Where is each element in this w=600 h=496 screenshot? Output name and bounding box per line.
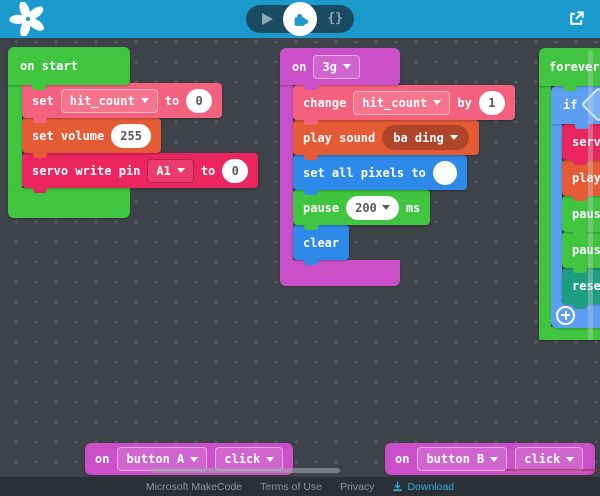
variable-dropdown[interactable]: hit_count xyxy=(353,91,450,115)
block-label: set xyxy=(32,94,54,108)
footer-link-terms[interactable]: Terms of Use xyxy=(260,481,322,493)
on-start-bottom[interactable] xyxy=(8,188,130,218)
pause-block[interactable]: pause xyxy=(562,232,600,268)
forever-spine[interactable] xyxy=(539,86,551,340)
event-dropdown[interactable]: click xyxy=(515,447,583,471)
servo-block[interactable]: servo xyxy=(562,124,600,160)
pause-block[interactable]: pause xyxy=(562,196,600,232)
reset-block[interactable]: reset xyxy=(562,268,600,304)
makecode-editor: { "header": { "js_toggle_label": "{}", "… xyxy=(0,0,600,496)
block-label: to xyxy=(201,164,215,178)
pin-dropdown[interactable]: A1 xyxy=(147,159,193,183)
dropdown-caret-icon xyxy=(141,98,149,103)
set-all-pixels-block[interactable]: set all pixels to xyxy=(293,155,467,190)
on-gesture-bottom[interactable] xyxy=(280,260,400,286)
set-value-input[interactable]: 0 xyxy=(186,89,212,113)
javascript-tab[interactable]: {} xyxy=(327,11,343,26)
set-variable-block[interactable]: set hit_count to 0 xyxy=(22,83,222,118)
pause-duration-dropdown[interactable]: 200 xyxy=(346,196,399,220)
download-link[interactable]: Download xyxy=(392,481,454,493)
change-value-input[interactable]: 1 xyxy=(479,91,505,115)
editor-mode-toggle: {} xyxy=(246,5,354,33)
dropdown-caret-icon xyxy=(566,457,574,462)
footer-link-makecode[interactable]: Microsoft MakeCode xyxy=(146,481,242,493)
dropdown-caret-icon xyxy=(490,457,498,462)
workspace-edge-line xyxy=(505,469,600,471)
change-variable-block[interactable]: change hit_count by 1 xyxy=(293,85,515,120)
block-workspace[interactable]: servo write pin A1 to 0 set volume 255 s… xyxy=(0,38,600,477)
download-icon xyxy=(392,481,403,492)
clear-block[interactable]: clear xyxy=(293,225,349,260)
dropdown-caret-icon xyxy=(190,457,198,462)
dropdown-caret-icon xyxy=(450,135,458,140)
on-gesture-spine[interactable] xyxy=(280,85,293,262)
on-start-block[interactable]: on start xyxy=(8,47,130,85)
dropdown-caret-icon xyxy=(177,168,185,173)
play-simulator-button[interactable] xyxy=(262,13,273,25)
dropdown-caret-icon xyxy=(433,100,441,105)
puzzle-piece-icon xyxy=(292,11,309,28)
set-volume-block[interactable]: set volume 255 xyxy=(22,118,161,153)
button-dropdown[interactable]: button B xyxy=(417,447,507,471)
servo-write-pin-block[interactable]: servo write pin A1 to 0 xyxy=(22,153,258,188)
footer-link-privacy[interactable]: Privacy xyxy=(340,481,374,493)
dropdown-caret-icon xyxy=(266,457,274,462)
footer-bar: Microsoft MakeCode Terms of Use Privacy … xyxy=(0,477,600,496)
on-gesture-block[interactable]: on 3g xyxy=(280,48,400,85)
vertical-scrollbar[interactable] xyxy=(588,50,593,340)
block-label: servo write pin xyxy=(32,164,140,178)
pause-block[interactable]: pause 200 ms xyxy=(293,190,430,225)
on-start-spine[interactable] xyxy=(8,85,22,193)
sound-dropdown[interactable]: ba ding xyxy=(382,125,469,150)
dropdown-caret-icon xyxy=(382,205,390,210)
servo-value-input[interactable]: 0 xyxy=(222,159,248,183)
block-label: set volume xyxy=(32,129,104,143)
volume-value-input[interactable]: 255 xyxy=(111,124,151,148)
blocks-tab[interactable] xyxy=(283,2,317,36)
variable-dropdown[interactable]: hit_count xyxy=(61,89,158,113)
color-picker-white[interactable] xyxy=(433,161,457,185)
open-external-icon[interactable] xyxy=(567,9,586,28)
block-label: to xyxy=(165,94,179,108)
top-toolbar: {} xyxy=(0,0,600,38)
adafruit-logo-icon[interactable] xyxy=(9,2,47,36)
if-spine[interactable] xyxy=(551,124,562,304)
add-condition-button[interactable] xyxy=(556,306,575,325)
gesture-dropdown[interactable]: 3g xyxy=(313,55,359,79)
horizontal-scrollbar[interactable] xyxy=(150,468,340,473)
play-block[interactable]: play xyxy=(562,160,600,196)
play-sound-block[interactable]: play sound ba ding xyxy=(293,120,479,155)
dropdown-caret-icon xyxy=(343,64,351,69)
